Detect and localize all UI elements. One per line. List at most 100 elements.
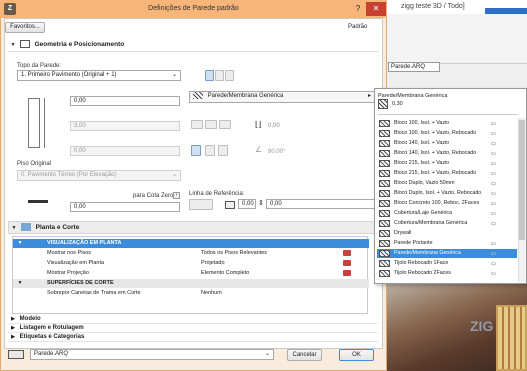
close-button[interactable]: ✕ [366,2,386,16]
property-label: Mostrar nos Pisos [47,250,92,256]
composite-item-label: Tijolo Rebocado 2Faces [394,270,451,276]
composite-item-label: Bloco Duplo, Isol. + Vazio, Rebocado [394,190,482,196]
property-value[interactable]: Todos os Pisos Relevantes [201,249,267,258]
property-group-header[interactable]: ▼ SUPERFÍCIES DE CORTE [13,279,369,288]
composite-list-item[interactable]: Tijolo Rebocado 1Face ▭ [377,259,517,268]
composite-value: Parede/Membrana Genérica [207,93,284,100]
property-row[interactable]: Visualização em Planta Projetado [13,259,369,268]
background-layer-combo[interactable]: Parede.ARQ [388,62,440,72]
3d-window-element [496,305,527,371]
composite-type-icon: ▭ [491,171,496,177]
hatch-swatch-icon [379,140,390,147]
composite-list-item[interactable]: Cobertura/Laje Genérica ▭ [377,209,517,218]
vertical-wall-icon[interactable] [191,145,201,156]
base-offset-input[interactable]: 0,00 [70,202,180,212]
composite-item-label: Drywall [394,230,412,236]
profile-wall-icon[interactable] [225,70,234,81]
inclination-value[interactable]: 90,00° [268,148,285,156]
composite-list-item[interactable]: Bloco Duplo, Isol. + Vazio, Rebocado ▭ [377,189,517,198]
property-value[interactable]: Elemento Completo [201,269,249,278]
right-thickness-input[interactable]: 0,00 [266,199,375,209]
composite-list-item[interactable]: Drywall [377,229,517,238]
ref-offset-input[interactable]: 0,00 [238,199,256,209]
property-row[interactable]: Sobrepor Canetas de Trama em Corte Nenhu… [13,289,369,298]
base-floor-select[interactable]: 0. Pavimento Térreo (Por Elevação) ⌄ [17,170,181,181]
property-group-header[interactable]: ▼ VISUALIZAÇÃO EM PLANTA [13,239,369,248]
composite-list-item[interactable]: Bloco 215, Isol. + Vazio ▭ [377,159,517,168]
straight-wall-icon[interactable] [205,70,214,81]
hatch-swatch-icon [379,180,390,187]
section-title: Etiquetas e Categorias [19,334,85,340]
composite-list-item[interactable]: Parede/Membrana Genérica ▭ [377,249,517,258]
layer-select[interactable]: Parede.ARQ ⌄ [30,349,274,360]
composite-item-label: Parede/Membrana Genérica [394,250,461,256]
composite-list-item[interactable]: Cobertura/Membrana Genérica ▭ [377,219,517,228]
reference-line-label: Linha de Referência: [189,191,245,197]
geometry-section-header[interactable]: ▼ Geometria e Posicionamento [8,39,378,51]
chevron-down-icon: ⌄ [171,72,177,78]
slanted-wall-icon[interactable] [215,70,224,81]
top-floor-value: 1. Primeiro Pavimento (Original + 1) [21,72,117,78]
scroll-thumb[interactable] [519,120,525,240]
composite-item-label: Tijolo Rebocado 1Face [394,260,449,266]
base-floor-value: 0. Pavimento Térreo (Por Elevação) [21,172,117,178]
composite-list-item[interactable]: Bloco 100, Isol. + Vazio, Rebocado ▭ [377,129,517,138]
composite-list-item[interactable]: Bloco 140, Isol. + Vazio, Rebocado ▭ [377,149,517,158]
chevron-right-icon[interactable]: › [173,192,180,199]
double-slanted-wall-icon[interactable] [218,145,228,156]
cancel-button[interactable]: Cancelar [287,349,322,361]
section-etiquetas[interactable]: ▶ Etiquetas e Categorias [8,333,378,342]
composite-type-icon: ▭ [491,271,496,277]
composite-list-item[interactable]: Bloco Concreto 100, Reboc. 2Faces ▭ [377,199,517,208]
hatch-swatch-icon [193,92,203,99]
angle-value[interactable]: 0,00 [268,122,280,130]
angle-icon: ⌊⌋ [255,120,262,129]
property-value[interactable]: Projetado [201,259,225,268]
property-value[interactable]: Nenhum [201,289,222,298]
ref-offset-icon [225,201,235,209]
chevron-down-icon: ⌄ [171,172,177,178]
popup-header: Parede/Membrana Genérica [378,93,448,99]
hatch-swatch-icon [379,150,390,157]
screen: zigg teste 3D / Todo] Parede.ARQ ZIG Def… [0,0,527,371]
planta-section-header[interactable]: ▼ Planta e Corte [8,221,378,234]
composite-type-icon: ▭ [491,151,496,157]
wall-height-input[interactable]: 0,00 [70,96,180,106]
composite-list-item[interactable]: Bloco 215, Isol. + Vazio, Rebocado ▭ [377,169,517,178]
property-label: Visualização em Planta [47,260,105,266]
hatch-swatch-icon [379,130,390,137]
ok-button[interactable]: OK [339,349,374,361]
composite-list-item[interactable]: Bloco Duplo, Vazio 50mm ▭ [377,179,517,188]
property-row[interactable]: Mostrar nos Pisos Todos os Pisos Relevan… [13,249,369,258]
wall-thickness-input[interactable]: 3,00 [70,121,180,131]
property-label: Mostrar Projeção [47,270,89,276]
composite-type-icon: ▭ [491,251,496,257]
ref-line-outside-icon[interactable] [191,120,203,129]
hatch-swatch-icon [379,190,390,197]
section-listagem[interactable]: ▶ Listagem e Rotulagem [8,324,378,333]
projection-icon [343,270,351,276]
composite-item-label: Bloco 100, Isol. + Vazio [394,120,450,126]
dialog-title: Definições de Parede padrão [0,0,387,18]
inclined-wall-icon[interactable] [205,145,215,156]
composite-item-label: Bloco 140, Isol. + Vazio, Rebocado [394,150,477,156]
ref-line-inside-icon[interactable] [219,120,231,129]
favorites-button[interactable]: Favoritos... [5,22,45,33]
hatch-swatch-icon [379,170,390,177]
top-floor-select[interactable]: 1. Primeiro Pavimento (Original + 1) ⌄ [17,70,181,81]
composite-select[interactable]: Parede/Membrana Genérica ▸ [189,91,375,103]
wall-offset-input[interactable]: 0,00 [70,146,180,156]
composite-list-item[interactable]: Tijolo Rebocado 2Faces ▭ [377,269,517,278]
composite-list-item[interactable]: Parede Portante ▭ [377,239,517,248]
reference-line-select[interactable] [189,199,213,210]
composite-type-icon: ▭ [491,261,496,267]
property-row[interactable]: Mostrar Projeção Elemento Completo [13,269,369,278]
property-label: Sobrepor Canetas de Trama em Corte [47,290,141,296]
ref-line-center-icon[interactable] [205,120,217,129]
composite-list-item[interactable]: Bloco 140, Isol. + Vazio ▭ [377,139,517,148]
section-modelo[interactable]: ▶ Modelo [8,315,378,324]
plan-display-icon [343,260,351,266]
help-button[interactable]: ? [351,3,365,15]
composite-list-item[interactable]: Bloco 100, Isol. + Vazio ▭ [377,119,517,128]
thickness-arrows-icon: ⇕ [258,200,264,207]
